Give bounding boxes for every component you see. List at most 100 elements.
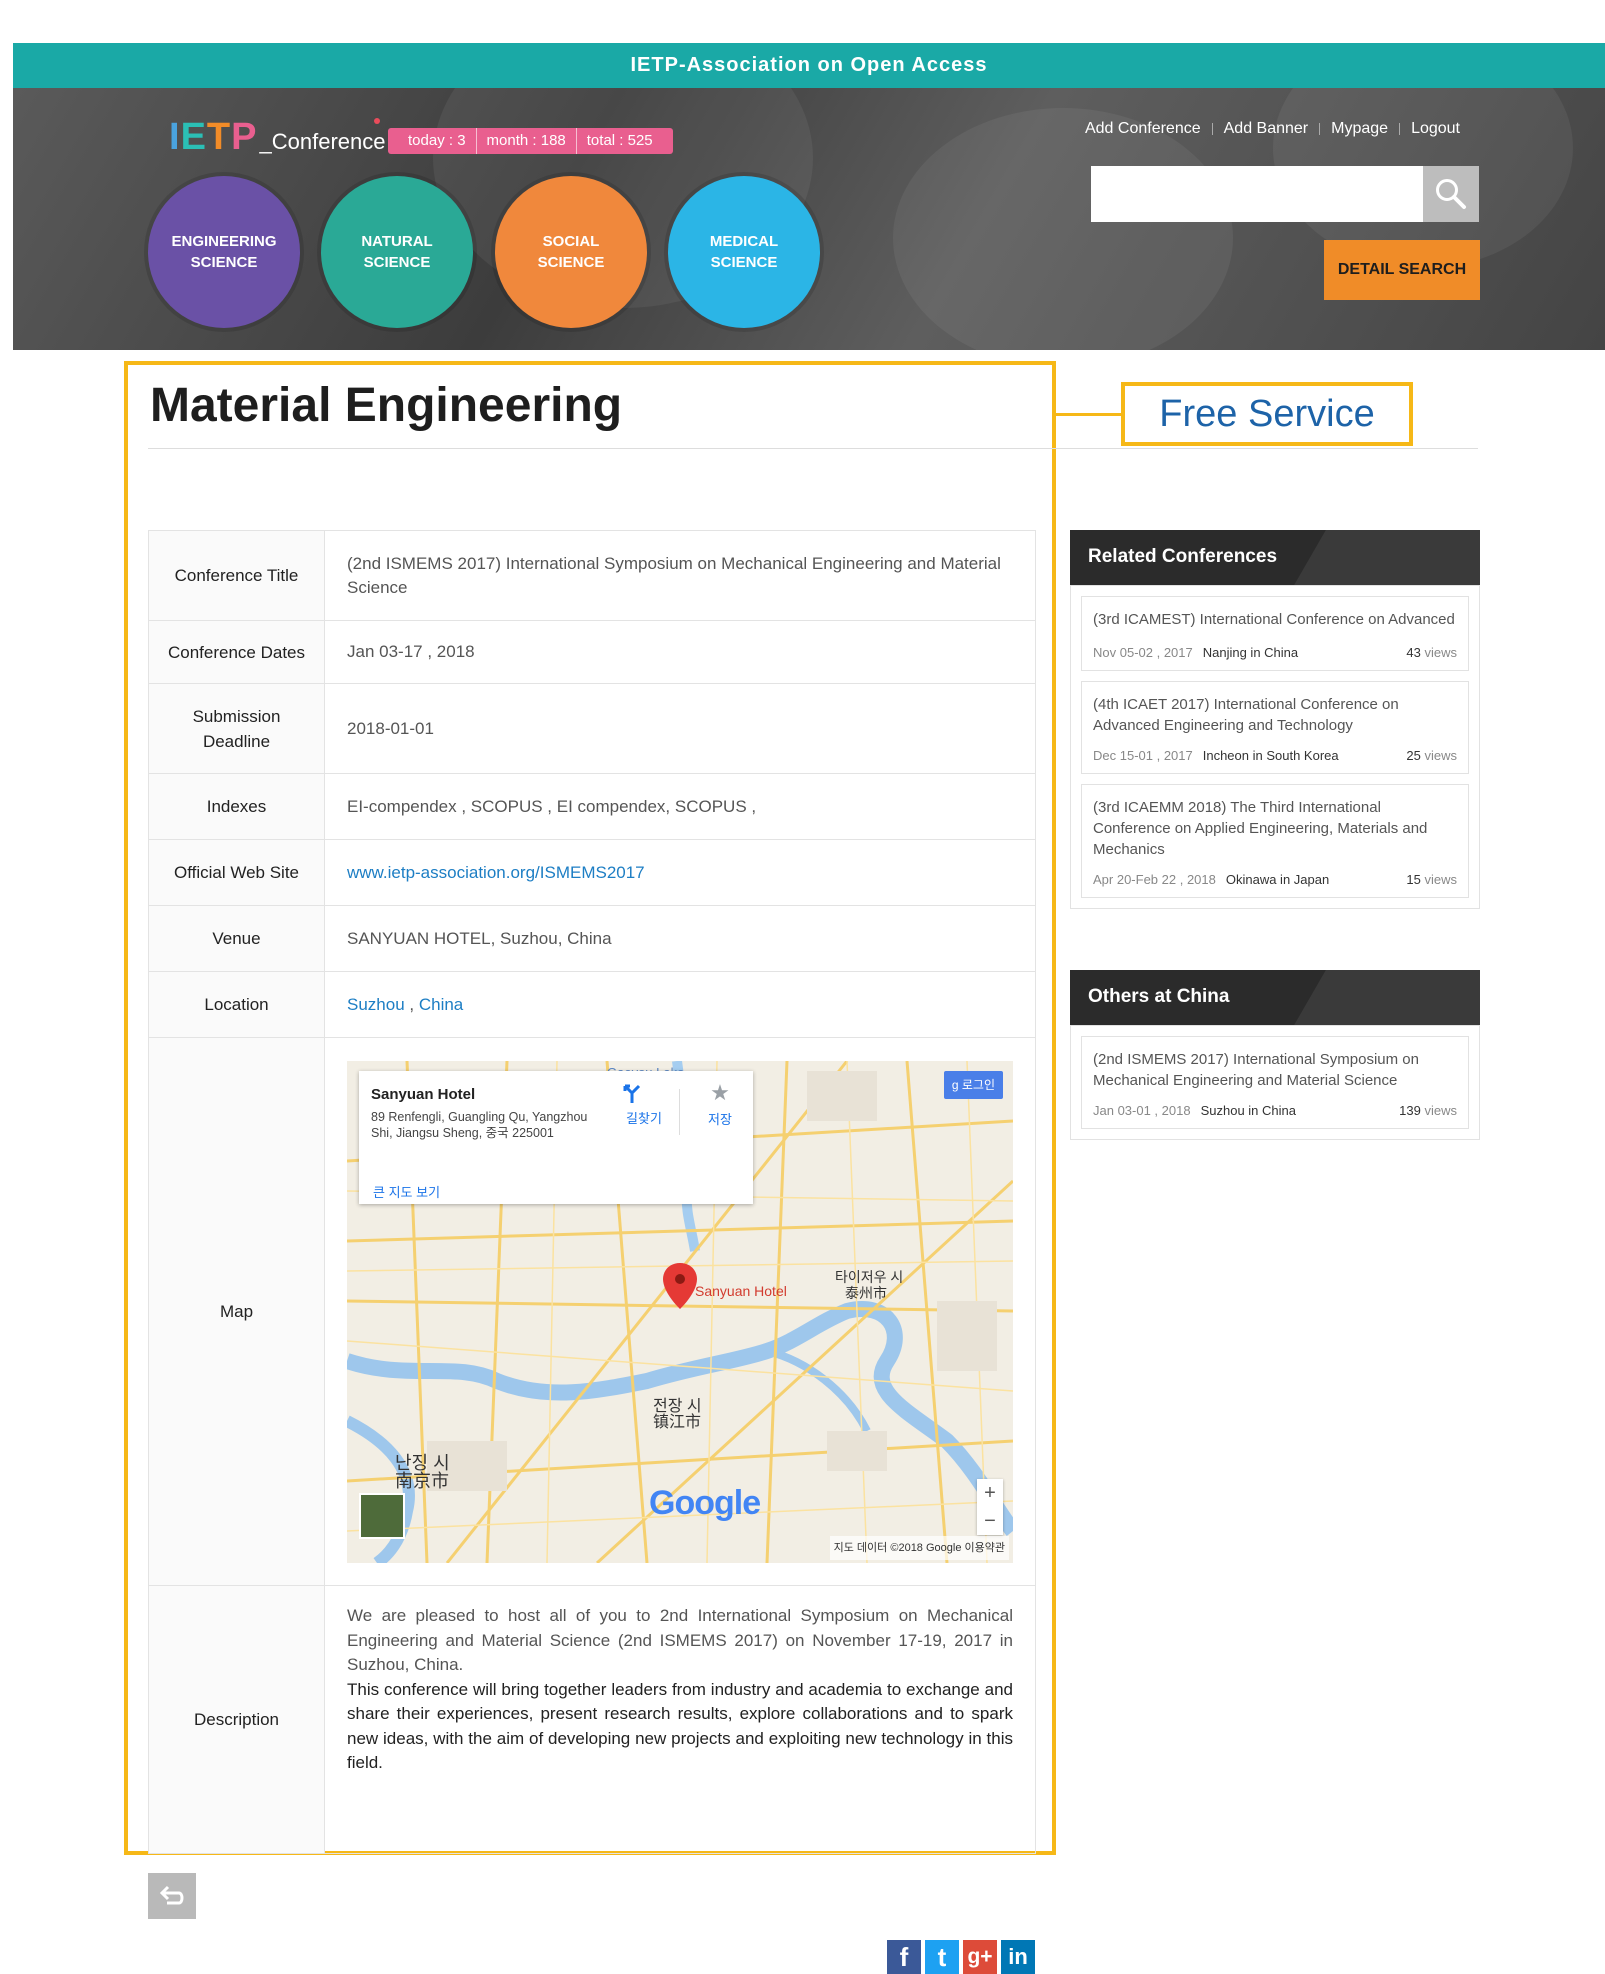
table-row: Conference Title (2nd ISMEMS 2017) Inter… (148, 530, 1036, 621)
map-directions-button[interactable]: 길찾기 (621, 1083, 667, 1131)
detail-search-button[interactable]: DETAIL SEARCH (1324, 240, 1480, 300)
item-views: 43 views (1406, 645, 1457, 660)
zoom-in-icon[interactable]: + (984, 1482, 996, 1504)
map-pin-label: Sanyuan Hotel (695, 1282, 787, 1299)
twitter-share-icon[interactable]: t (925, 1940, 959, 1974)
back-button[interactable] (148, 1873, 196, 1919)
views-count: 43 (1406, 645, 1421, 660)
nav-separator (1319, 123, 1321, 135)
add-banner-link[interactable]: Add Banner (1224, 120, 1309, 138)
facebook-share-icon[interactable]: f (887, 1940, 921, 1974)
item-meta: Nov 05-02 , 2017 Nanjing in China 43 vie… (1093, 645, 1457, 660)
item-meta: Dec 15-01 , 2017 Incheon in South Korea … (1093, 748, 1457, 763)
map-save-button[interactable]: ★ 저장 (697, 1081, 743, 1132)
satellite-toggle[interactable] (359, 1492, 405, 1539)
top-nav: Add Conference Add Banner Mypage Logout (1085, 120, 1460, 138)
search-input[interactable] (1091, 166, 1423, 222)
association-banner: IETP-Association on Open Access (13, 43, 1605, 88)
views-label: views (1424, 748, 1457, 763)
site-logo[interactable]: IETP_Conference (169, 116, 385, 159)
category-label: SOCIAL (542, 233, 600, 250)
description-paragraph: We are pleased to host all of you to 2nd… (347, 1606, 1013, 1674)
row-label: Conference Dates (148, 620, 325, 684)
item-location: Okinawa in Japan (1225, 872, 1330, 887)
heading-accent (1294, 530, 1480, 585)
category-medical-science[interactable]: MEDICAL SCIENCE (668, 176, 820, 328)
logo-letter: I (169, 116, 181, 158)
view-larger-map-link[interactable]: 큰 지도 보기 (373, 1181, 440, 1205)
save-label: 저장 (708, 1111, 732, 1127)
category-label: ENGINEERING (171, 233, 277, 250)
description-cell: We are pleased to host all of you to 2nd… (324, 1585, 1036, 1854)
views-label: views (1424, 645, 1457, 660)
heading-accent (1294, 970, 1480, 1025)
zoom-out-icon[interactable]: − (984, 1510, 996, 1532)
others-at-china-heading: Others at China (1070, 970, 1480, 1025)
category-engineering-science[interactable]: ENGINEERING SCIENCE (148, 176, 300, 328)
directions-icon (623, 1084, 641, 1103)
views-label: views (1424, 1103, 1457, 1118)
table-row: Venue SANYUAN HOTEL, Suzhou, China (148, 905, 1036, 972)
related-conference-title: (3rd ICAMEST) International Conference o… (1093, 611, 1455, 633)
item-location: Incheon in South Korea (1202, 748, 1339, 763)
category-natural-science[interactable]: NATURAL SCIENCE (321, 176, 473, 328)
row-label-line: Deadline (202, 731, 271, 751)
counter-month: month : 188 (475, 128, 576, 154)
add-conference-link[interactable]: Add Conference (1085, 120, 1201, 138)
search-icon (1436, 179, 1466, 209)
counter-today: today : 3 (408, 132, 466, 149)
embedded-map[interactable]: Gaoyou Lake Sanyuan Hotel 타이저우 시 泰州市 전장 … (347, 1060, 1013, 1563)
map-info-card: Sanyuan Hotel 89 Renfengli, Guangling Qu… (359, 1070, 753, 1205)
google-logo: Google (649, 1483, 761, 1522)
location-country-link[interactable]: China (419, 995, 463, 1014)
counter-total: total : 525 (575, 128, 663, 154)
logout-link[interactable]: Logout (1411, 120, 1460, 138)
related-conference-item[interactable]: (4th ICAET 2017) International Conferenc… (1081, 681, 1469, 774)
table-row: Indexes EI-compendex , SCOPUS , EI compe… (148, 773, 1036, 840)
search-button[interactable] (1423, 166, 1479, 222)
views-label: views (1424, 872, 1457, 887)
item-date: Dec 15-01 , 2017 (1093, 748, 1193, 763)
location-separator: , (404, 994, 419, 1014)
conference-details-table: Conference Title (2nd ISMEMS 2017) Inter… (148, 530, 1036, 1854)
related-conference-title: (2nd ISMEMS 2017) International Symposiu… (1093, 1051, 1419, 1089)
table-row: Map Sanyuan Hotel 타이저우 시 泰州市 전장 시 镇江市 난징… (148, 1037, 1036, 1586)
table-row: Submission Deadline 2018-01-01 (148, 683, 1036, 774)
item-date: Jan 03-01 , 2018 (1093, 1103, 1191, 1118)
mypage-link[interactable]: Mypage (1331, 120, 1388, 138)
linkedin-share-icon[interactable]: in (1001, 1940, 1035, 1974)
category-label: MEDICAL (709, 233, 779, 250)
map-login-label: 로그인 (961, 1077, 995, 1092)
submission-deadline-value: 2018-01-01 (324, 683, 1036, 774)
related-conference-item[interactable]: (3rd ICAEMM 2018) The Third Internationa… (1081, 784, 1469, 898)
free-service-badge: Free Service (1121, 382, 1413, 446)
directions-label: 길찾기 (626, 1110, 662, 1126)
views-count: 15 (1406, 872, 1421, 887)
category-label: SCIENCE (190, 254, 258, 271)
related-conference-item[interactable]: (2nd ISMEMS 2017) International Symposiu… (1081, 1036, 1469, 1129)
location-city-link[interactable]: Suzhou (347, 995, 405, 1014)
row-label: Map (148, 1037, 325, 1586)
row-label: Indexes (148, 773, 325, 840)
google-plus-share-icon[interactable]: g+ (963, 1940, 997, 1974)
related-conference-item[interactable]: (3rd ICAMEST) International Conference o… (1081, 596, 1469, 671)
map-login-button[interactable]: g 로그인 (943, 1070, 1003, 1099)
map-attribution: 지도 데이터 ©2018 Google 이용약관 (829, 1535, 1009, 1560)
map-zoom-controls[interactable]: + − (977, 1478, 1003, 1535)
page-title: Material Engineering (150, 379, 623, 432)
location-cell: Suzhou , China (324, 971, 1036, 1038)
description-paragraph: This conference will bring together lead… (347, 1679, 1013, 1773)
row-label: Official Web Site (148, 839, 325, 906)
item-meta: Jan 03-01 , 2018 Suzhou in China 139 vie… (1093, 1103, 1457, 1118)
table-row: Description We are pleased to host all o… (148, 1585, 1036, 1854)
official-website-link[interactable]: www.ietp-association.org/ISMEMS2017 (347, 863, 645, 882)
back-arrow-icon (159, 1885, 184, 1905)
table-row: Conference Dates Jan 03-17 , 2018 (148, 620, 1036, 684)
nav-separator (1211, 123, 1213, 135)
conference-title-value: (2nd ISMEMS 2017) International Symposiu… (324, 530, 1036, 621)
item-meta: Apr 20-Feb 22 , 2018 Okinawa in Japan 15… (1093, 872, 1457, 887)
category-social-science[interactable]: SOCIAL SCIENCE (495, 176, 647, 328)
table-row: Location Suzhou , China (148, 971, 1036, 1038)
item-location: Nanjing in China (1202, 645, 1299, 660)
highlight-connector (1056, 413, 1122, 416)
